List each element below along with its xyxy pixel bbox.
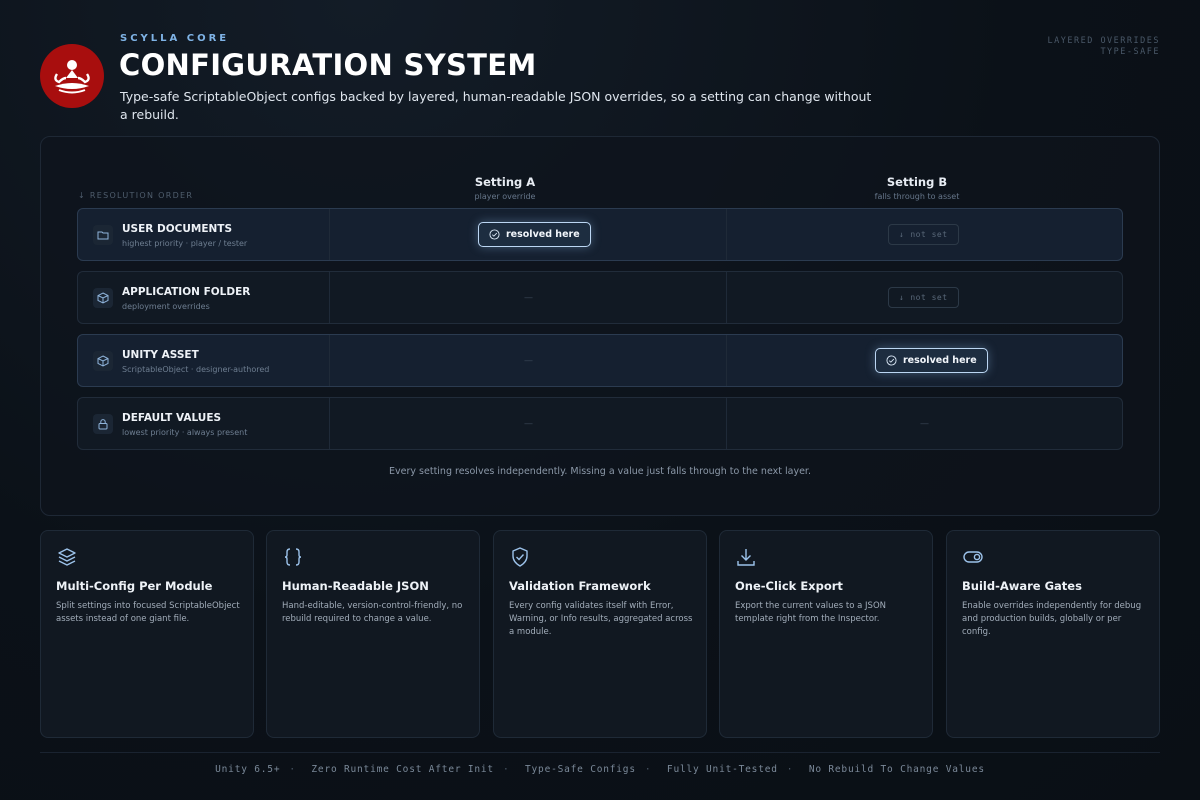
- page-title: CONFIGURATION SYSTEM: [119, 48, 537, 82]
- layer-desc: highest priority · player / tester: [122, 239, 248, 248]
- tag-type-safe: TYPE-SAFE: [1100, 47, 1160, 57]
- cube-icon: [93, 351, 113, 371]
- feature-title: Validation Framework: [509, 579, 651, 593]
- feature-card-json: Human-Readable JSON Hand-editable, versi…: [266, 530, 480, 738]
- feature-title: One-Click Export: [735, 579, 843, 593]
- feature-desc: Every config validates itself with Error…: [509, 601, 693, 637]
- feature-desc: Export the current values to a JSON temp…: [735, 601, 886, 624]
- check-circle-icon: [886, 355, 897, 366]
- feature-card-export: One-Click Export Export the current valu…: [719, 530, 933, 738]
- download-icon: [737, 549, 755, 566]
- lock-icon: [93, 414, 113, 434]
- footer-item: Zero Runtime Cost After Init: [311, 764, 494, 775]
- feature-card-build-gates: Build-Aware Gates Enable overrides indep…: [946, 530, 1160, 738]
- layer-desc: ScriptableObject · designer-authored: [122, 365, 270, 374]
- layer-name: DEFAULT VALUES: [122, 412, 222, 424]
- resolution-note: Every setting resolves independently. Mi…: [389, 466, 811, 477]
- brand-logo: [40, 44, 104, 108]
- tag-layered-overrides: LAYERED OVERRIDES: [1047, 36, 1160, 46]
- layer-desc: deployment overrides: [122, 302, 210, 311]
- empty-cell: —: [524, 419, 533, 429]
- layer-name: UNITY ASSET: [122, 349, 199, 361]
- resolved-badge: resolved here: [478, 222, 591, 247]
- feature-desc: Split settings into focused ScriptableOb…: [56, 601, 240, 624]
- eyebrow-label: SCYLLA CORE: [120, 33, 230, 44]
- resolved-badge: resolved here: [875, 348, 988, 373]
- column-header-setting-a: Setting A player override: [474, 175, 536, 201]
- layer-row-default-values: DEFAULT VALUES lowest priority · always …: [77, 397, 1123, 450]
- feature-card-multi-config: Multi-Config Per Module Split settings i…: [40, 530, 254, 738]
- arrow-down-icon: ↓: [899, 230, 905, 239]
- layers-icon: [58, 548, 76, 566]
- shield-check-icon: [512, 547, 528, 567]
- column-header-setting-b: Setting B falls through to asset: [874, 175, 960, 201]
- feature-desc: Enable overrides independently for debug…: [962, 601, 1142, 637]
- footer-bar: Unity 6.5+ · Zero Runtime Cost After Init…: [215, 764, 985, 775]
- layer-name: USER DOCUMENTS: [122, 223, 233, 235]
- deity-emblem-icon: [54, 60, 90, 94]
- feature-title: Human-Readable JSON: [282, 579, 429, 593]
- header-tags: LAYERED OVERRIDES TYPE-SAFE: [1048, 36, 1161, 58]
- feature-desc: Hand-editable, version-control-friendly,…: [282, 601, 463, 624]
- layer-row-application-folder: APPLICATION FOLDER deployment overrides …: [77, 271, 1123, 324]
- feature-card-validation: Validation Framework Every config valida…: [493, 530, 707, 738]
- footer-item: Type-Safe Configs: [525, 764, 636, 775]
- layer-name: APPLICATION FOLDER: [122, 286, 251, 298]
- folder-icon: [93, 225, 113, 245]
- braces-icon: [284, 548, 302, 566]
- feature-title: Build-Aware Gates: [962, 579, 1082, 593]
- layer-desc: lowest priority · always present: [122, 428, 248, 437]
- resolution-order-label: ↓ RESOLUTION ORDER: [78, 191, 194, 200]
- arrow-down-icon: ↓: [78, 191, 87, 200]
- footer-item: Fully Unit-Tested: [666, 764, 778, 775]
- check-circle-icon: [489, 229, 500, 240]
- not-set-badge: ↓ not set: [888, 224, 959, 245]
- layer-row-unity-asset: UNITY ASSET ScriptableObject · designer-…: [77, 334, 1123, 387]
- footer-item: No Rebuild To Change Values: [808, 764, 985, 775]
- empty-cell: —: [920, 419, 929, 429]
- empty-cell: —: [524, 293, 533, 303]
- empty-cell: —: [524, 356, 533, 366]
- cube-icon: [93, 288, 113, 308]
- layer-row-user-documents: USER DOCUMENTS highest priority · player…: [77, 208, 1123, 261]
- footer-divider: [40, 752, 1160, 753]
- arrow-down-icon: ↓: [899, 293, 905, 302]
- page-subtitle: Type-safe ScriptableObject configs backe…: [120, 89, 872, 122]
- footer-item: Unity 6.5+: [215, 764, 281, 775]
- feature-title: Multi-Config Per Module: [56, 579, 213, 593]
- not-set-badge: ↓ not set: [888, 287, 959, 308]
- toggle-icon: [963, 551, 983, 563]
